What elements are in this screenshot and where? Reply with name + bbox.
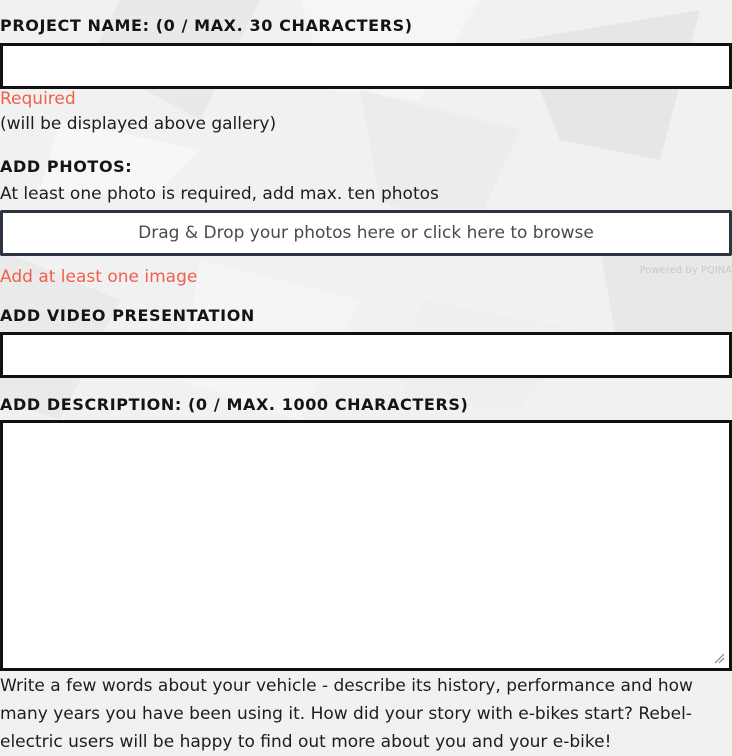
photos-label: ADD PHOTOS: (0, 157, 133, 176)
video-label: ADD VIDEO PRESENTATION (0, 306, 255, 325)
powered-by-link[interactable]: Powered by PQINA (640, 265, 732, 276)
description-textarea[interactable] (3, 423, 729, 668)
photos-hint: At least one photo is required, add max.… (0, 184, 439, 204)
project-name-hint: (will be displayed above gallery) (0, 114, 277, 134)
photo-dropzone[interactable]: Drag & Drop your photos here or click he… (0, 210, 732, 256)
video-field[interactable] (0, 332, 732, 378)
project-name-input[interactable] (3, 46, 729, 86)
description-hint: Write a few words about your vehicle - d… (0, 676, 693, 752)
resize-handle-icon[interactable] (713, 652, 725, 664)
project-name-error: Required (0, 89, 76, 109)
description-label: ADD DESCRIPTION: (0 / MAX. 1000 CHARACTE… (0, 395, 469, 414)
description-field[interactable] (0, 420, 732, 671)
project-name-field[interactable] (0, 43, 732, 89)
photo-dropzone-text: Drag & Drop your photos here or click he… (138, 223, 594, 243)
project-name-label: PROJECT NAME: (0 / MAX. 30 CHARACTERS) (0, 16, 413, 35)
photos-error: Add at least one image (0, 267, 198, 287)
video-input[interactable] (3, 335, 729, 375)
